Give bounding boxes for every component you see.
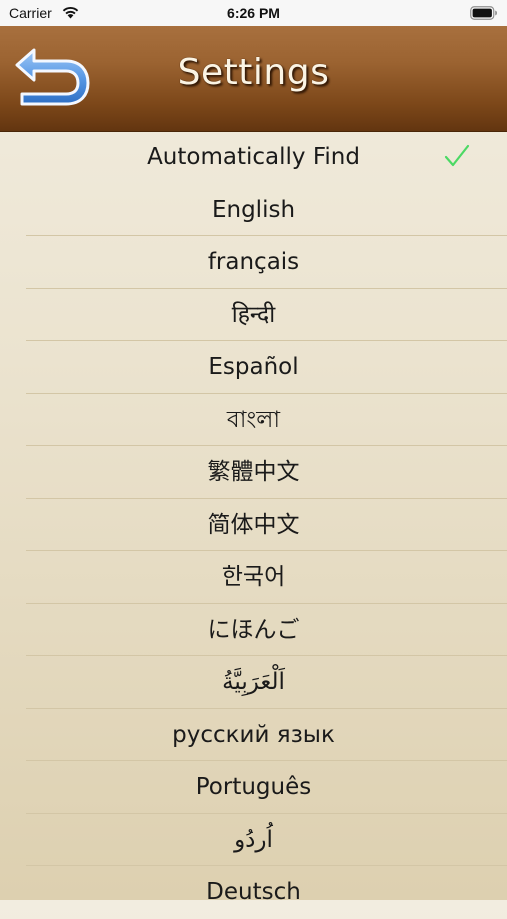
language-row-bengali[interactable]: বাংলা [0,394,507,446]
language-label: اُردُو [234,826,273,853]
language-list: Automatically Find English français हिन्… [0,131,507,919]
language-row-korean[interactable]: 한국어 [0,551,507,604]
language-label: にほんご [207,616,300,643]
language-row-portuguese[interactable]: Português [0,761,507,814]
language-row-spanish[interactable]: Español [0,341,507,394]
language-row-english[interactable]: English [0,184,507,236]
language-label: বাংলা [226,406,281,433]
language-row-arabic[interactable]: اَلْعَرَبِيَّةُ [0,656,507,709]
language-label: русский язык [172,721,335,748]
battery-icon [470,6,498,20]
language-row-urdu[interactable]: اُردُو [0,814,507,866]
status-bar: Carrier 6:26 PM [0,0,507,26]
language-label: 한국어 [221,564,286,590]
language-label: français [207,249,300,275]
language-row-automatic[interactable]: Automatically Find [0,131,507,184]
language-row-simplified-chinese[interactable]: 简体中文 [0,499,507,551]
language-row-russian[interactable]: русский язык [0,709,507,761]
language-label: اَلْعَرَبِيَّةُ [222,669,285,695]
language-label: Automatically Find [147,144,360,170]
language-label: 简体中文 [207,511,300,538]
language-label: Español [208,354,299,380]
status-time: 6:26 PM [227,5,280,21]
language-row-hindi[interactable]: हिन्दी [0,289,507,341]
language-label: English [211,196,296,223]
language-row-french[interactable]: français [0,236,507,289]
page-title: Settings [177,52,330,93]
language-label: हिन्दी [231,301,276,328]
navigation-bar: Settings [0,26,507,132]
language-label: Português [195,774,312,800]
language-row-japanese[interactable]: にほんご [0,604,507,656]
language-row-traditional-chinese[interactable]: 繁體中文 [0,446,507,499]
language-label: Deutsch [206,879,301,905]
checkmark-icon [443,142,471,170]
language-row-german[interactable]: Deutsch [0,866,507,919]
language-label: 繁體中文 [207,459,300,485]
